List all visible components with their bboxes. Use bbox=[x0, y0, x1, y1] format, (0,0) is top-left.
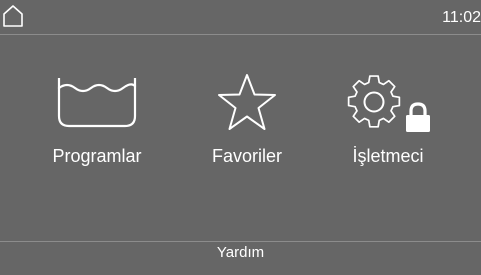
clock: 11:02 bbox=[442, 9, 481, 26]
top-divider bbox=[0, 34, 481, 35]
programs-tile[interactable]: Programlar bbox=[22, 72, 172, 182]
lock-icon bbox=[406, 102, 430, 132]
home-icon[interactable] bbox=[2, 4, 24, 28]
programs-label: Programlar bbox=[52, 146, 142, 166]
help-button[interactable]: Yardım bbox=[0, 242, 481, 275]
favorites-label: Favoriler bbox=[211, 146, 282, 166]
gear-lock-icon bbox=[347, 75, 430, 132]
wash-tub-icon bbox=[57, 78, 137, 128]
operator-tile[interactable]: İşletmeci bbox=[313, 72, 463, 182]
star-icon bbox=[218, 74, 276, 130]
operator-label: İşletmeci bbox=[352, 146, 424, 166]
favorites-tile[interactable]: Favoriler bbox=[172, 72, 322, 182]
status-bar: 11:02 bbox=[0, 0, 481, 34]
